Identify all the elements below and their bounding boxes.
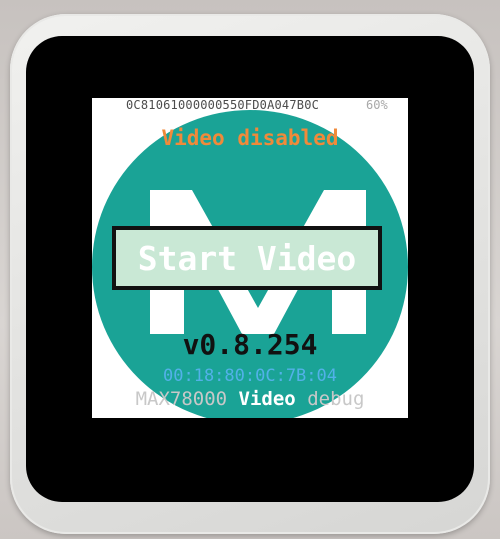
video-status: Video disabled xyxy=(161,126,339,150)
firmware-version: v0.8.254 xyxy=(182,328,318,361)
start-video-button[interactable]: Start Video xyxy=(112,226,382,290)
device-screen: 0C81061000000550FD0A047B0C 60% Video dis… xyxy=(92,98,408,418)
app-name: MAX78000 xyxy=(135,388,228,410)
mac-address: 00:18:80:0C:7B:04 xyxy=(163,366,337,386)
mode-label: Video xyxy=(238,388,296,410)
debug-label: debug xyxy=(307,388,365,410)
device-id: 0C81061000000550FD0A047B0C xyxy=(126,98,320,112)
battery-level: 60% xyxy=(366,98,388,112)
footer-line: MAX78000 Video debug xyxy=(92,388,408,410)
